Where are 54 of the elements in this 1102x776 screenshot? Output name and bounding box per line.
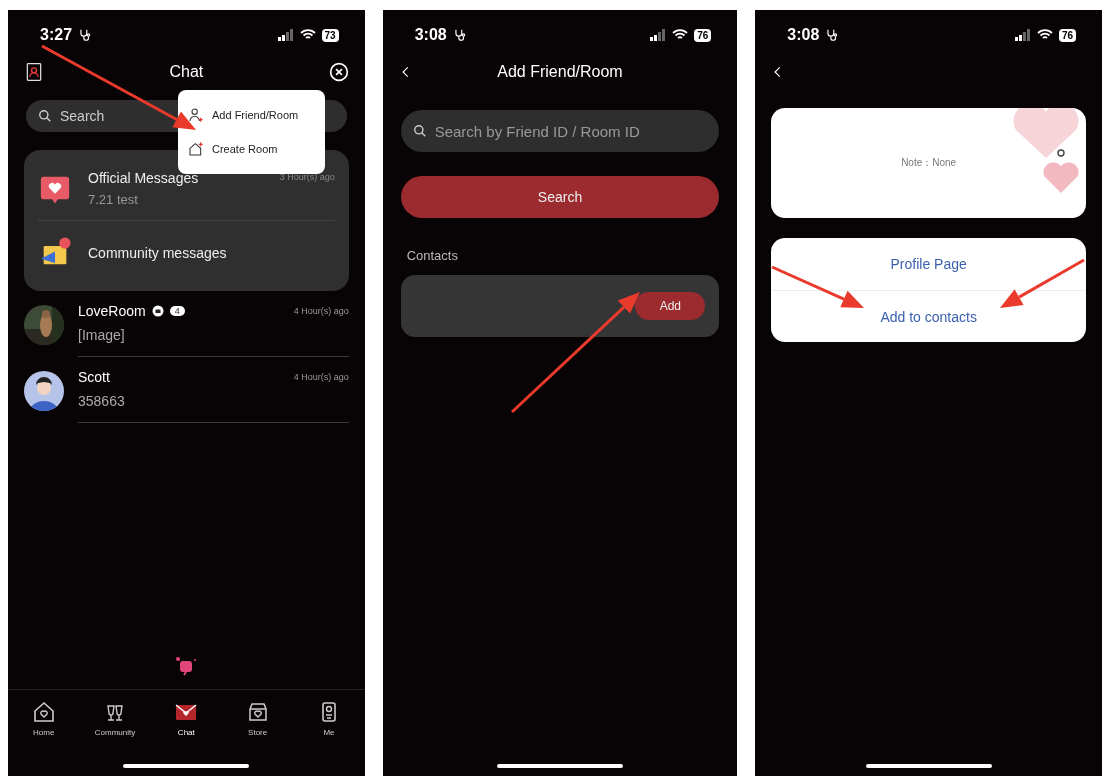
stethoscope-icon	[452, 28, 467, 42]
wifi-icon	[1036, 29, 1053, 41]
tab-item[interactable]: Community	[79, 690, 151, 758]
conversation-preview: [Image]	[78, 327, 126, 343]
home-icon	[31, 700, 56, 724]
message-preview: 7.21 test	[88, 191, 139, 207]
conversation-row[interactable]: Scott 4 Hour(s) ago 358663	[8, 365, 365, 423]
status-time: 3:08	[414, 26, 447, 44]
screen-title: Add Friend/Room	[496, 63, 624, 81]
section-heading: Contacts	[406, 248, 459, 263]
wifi-icon	[299, 29, 316, 41]
status-time: 3:08	[787, 26, 820, 44]
add-button[interactable]: Add	[635, 292, 706, 320]
search-button[interactable]: Search	[400, 176, 720, 218]
room-icon	[151, 305, 164, 317]
member-count: 4	[169, 306, 185, 316]
message-title: Official Messages	[88, 169, 200, 186]
message-row[interactable]: Community messages	[38, 220, 335, 285]
tab-item[interactable]: Home	[8, 690, 80, 758]
conversation-row[interactable]: LoveRoom 4 4 Hour(s) ago [Image]	[8, 299, 365, 357]
menu-item[interactable]: Add Friend/Room	[178, 98, 325, 132]
tab-item[interactable]: Me	[293, 690, 365, 758]
tab-item[interactable]: Store	[222, 690, 294, 758]
avatar	[24, 371, 64, 411]
search-icon	[412, 124, 427, 138]
battery-level: 73	[321, 28, 339, 42]
contacts-book-icon	[24, 61, 44, 83]
signal-icon	[277, 29, 294, 41]
tab-item[interactable]: Chat	[150, 690, 222, 758]
conversation-time: 4 Hour(s) ago	[293, 306, 349, 316]
stethoscope-icon	[78, 28, 93, 42]
close-button[interactable]	[328, 62, 349, 82]
signal-icon	[650, 29, 667, 41]
conversation-name: LoveRoom	[78, 303, 146, 319]
stethoscope-icon	[825, 28, 840, 42]
message-time: 3 Hour(s) ago	[279, 172, 335, 182]
message-title: Community messages	[88, 245, 228, 261]
add-person-icon	[188, 107, 204, 123]
close-icon	[328, 62, 349, 82]
action-link[interactable]: Profile Page	[771, 238, 1086, 290]
note-text: Note：None	[901, 156, 957, 170]
status-time: 3:27	[40, 26, 73, 44]
battery-level: 76	[1058, 28, 1076, 42]
add-house-icon	[188, 141, 204, 157]
conversation-name: Scott	[78, 369, 110, 385]
conversation-time: 4 Hour(s) ago	[293, 372, 349, 382]
screen-title: Chat	[168, 63, 205, 81]
search-icon	[38, 109, 52, 123]
search-field[interactable]: Search by Friend ID / Room ID	[400, 110, 720, 152]
signal-icon	[1014, 29, 1031, 41]
wifi-icon	[672, 29, 689, 41]
conversation-preview: 358663	[78, 393, 126, 409]
contacts-book-button[interactable]	[24, 61, 44, 83]
battery-level: 76	[694, 28, 712, 42]
